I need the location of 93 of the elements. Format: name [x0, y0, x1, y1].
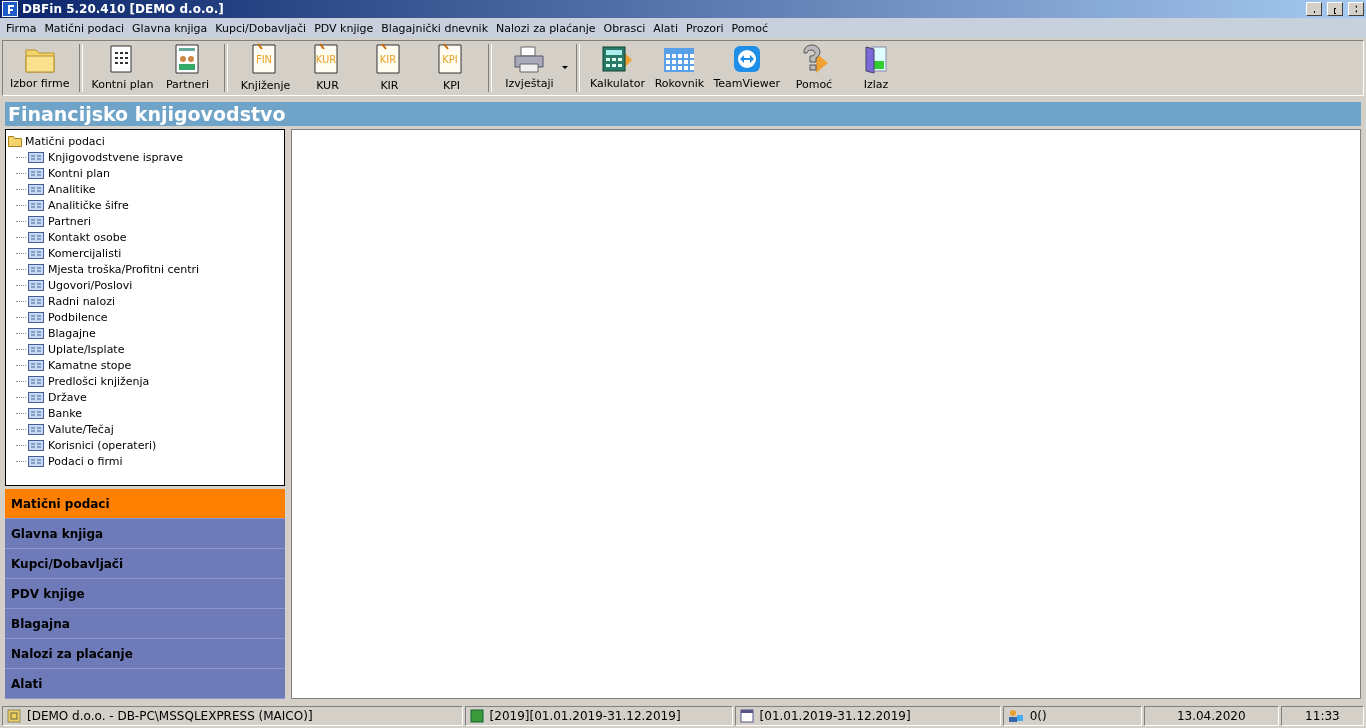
tree-item[interactable]: Predlošci knjiženja: [48, 374, 150, 388]
toolbar-button[interactable]: Izbor firme: [7, 42, 73, 94]
database-icon: [7, 709, 21, 723]
status-text: [2019][01.01.2019-31.12.2019]: [489, 709, 681, 723]
section-tab[interactable]: Nalozi za plaćanje: [5, 639, 285, 669]
toolbar-button[interactable]: KIR KIR: [358, 40, 421, 96]
menu-item[interactable]: Firma: [2, 19, 41, 37]
tree-item[interactable]: Blagajne: [48, 326, 96, 340]
tree-item[interactable]: Analitike: [48, 182, 96, 196]
table-icon: [28, 231, 44, 243]
calculator-icon: [600, 44, 635, 74]
window-title: DBFin 5.20.410 [DEMO d.o.o.]: [22, 2, 225, 16]
menu-item[interactable]: Glavna knjiga: [128, 19, 212, 37]
table-icon: [28, 327, 44, 339]
tree-item[interactable]: Komercijalisti: [48, 246, 122, 260]
table-icon: [28, 391, 44, 403]
tree-item[interactable]: Mjesta troška/Profitni centri: [48, 262, 200, 276]
tree-item[interactable]: Radni nalozi: [48, 294, 115, 308]
tree-item[interactable]: Kamatne stope: [48, 358, 132, 372]
toolbar-button[interactable]: Izlaz: [844, 41, 907, 95]
people-icon: [173, 43, 202, 75]
tree-item[interactable]: Valute/Tečaj: [48, 422, 114, 436]
menu-item[interactable]: Pomoć: [727, 19, 772, 37]
tree-item[interactable]: Knjigovodstvene isprave: [48, 150, 184, 164]
app-logo-icon: [2, 1, 18, 17]
tree-item[interactable]: Matični podaci: [8, 133, 282, 149]
section-tab[interactable]: Glavna knjiga: [5, 519, 285, 549]
toolbar-button[interactable]: TeamViewer: [710, 42, 783, 94]
folder-icon: [8, 135, 22, 147]
toolbar-button[interactable]: Kontni plan: [88, 41, 157, 95]
table-icon: [28, 215, 44, 227]
menu-item[interactable]: Kupci/Dobavljači: [211, 19, 311, 37]
toolbar-button[interactable]: FIN Knjiženje: [234, 40, 297, 96]
calendar-icon: [739, 709, 754, 723]
tree-item[interactable]: Partneri: [48, 214, 92, 228]
menu-item[interactable]: Alati: [649, 19, 682, 37]
section-tab[interactable]: Blagajna: [5, 609, 285, 639]
table-icon: [28, 407, 44, 419]
tree-item[interactable]: Podbilence: [48, 310, 108, 324]
table-icon: [28, 423, 44, 435]
menu-item[interactable]: PDV knjige: [310, 19, 378, 37]
module-title: Financijsko knjigovodstvo: [5, 102, 1361, 126]
menu-item[interactable]: Matični podaci: [40, 19, 129, 37]
toolbar-button[interactable]: KPI KPI: [420, 40, 483, 96]
tree-item[interactable]: Kontni plan: [48, 166, 110, 180]
section-tab[interactable]: Alati: [5, 669, 285, 699]
tree-item[interactable]: Države: [48, 390, 87, 404]
table-icon: [28, 439, 44, 451]
tree-item[interactable]: Podaci o firmi: [48, 454, 123, 468]
users-icon: [1007, 709, 1024, 723]
toolbar-button[interactable]: Izvještaji: [498, 42, 561, 94]
toolbar-button[interactable]: Rokovnik: [648, 42, 711, 94]
menu-item[interactable]: Blagajnički dnevnik: [377, 19, 493, 37]
close-button[interactable]: [1348, 2, 1364, 16]
table-icon: [28, 359, 44, 371]
table-icon: [28, 295, 44, 307]
restore-button[interactable]: [1327, 2, 1343, 16]
menu-item[interactable]: Obrasci: [599, 19, 650, 37]
tree-item[interactable]: Ugovori/Poslovi: [48, 278, 133, 292]
printer-icon: [512, 44, 547, 74]
toolbar-button[interactable]: Kalkulator: [586, 42, 649, 94]
book-icon: [469, 709, 484, 723]
section-tab[interactable]: Kupci/Dobavljači: [5, 549, 285, 579]
table-icon: [28, 455, 44, 467]
table-icon: [28, 183, 44, 195]
status-text: 0(): [1029, 709, 1047, 723]
table-icon: [28, 199, 44, 211]
table-icon: [28, 279, 44, 291]
status-text: [01.01.2019-31.12.2019]: [759, 709, 911, 723]
toolbar-button[interactable]: Pomoć: [782, 41, 845, 95]
tree-item[interactable]: Uplate/Isplate: [48, 342, 125, 356]
table-icon: [28, 311, 44, 323]
section-tab[interactable]: Matični podaci: [5, 489, 285, 519]
minimize-button[interactable]: [1306, 2, 1322, 16]
table-icon: [28, 263, 44, 275]
status-text: [DEMO d.o.o. - DB-PC\MSSQLEXPRESS (MAICO)]: [27, 709, 313, 723]
menu-item[interactable]: Nalozi za plaćanje: [492, 19, 600, 37]
section-tab[interactable]: PDV knjige: [5, 579, 285, 609]
menu-item[interactable]: Prozori: [681, 19, 728, 37]
status-text: 11:33: [1305, 709, 1340, 723]
table-icon: [28, 167, 44, 179]
tree-item[interactable]: Kontakt osobe: [48, 230, 127, 244]
status-text: 13.04.2020: [1176, 709, 1246, 723]
table-icon: [28, 151, 44, 163]
tree-item[interactable]: Korisnici (operateri): [48, 438, 157, 452]
table-icon: [28, 247, 44, 259]
tree-item[interactable]: Analitičke šifre: [48, 198, 129, 212]
toolbar-button[interactable]: KUR KUR: [296, 40, 359, 96]
table-icon: [28, 343, 44, 355]
tree-item[interactable]: Banke: [48, 406, 82, 420]
table-icon: [28, 375, 44, 387]
caret-icon[interactable]: [562, 66, 569, 70]
toolbar-button[interactable]: Partneri: [156, 41, 219, 95]
